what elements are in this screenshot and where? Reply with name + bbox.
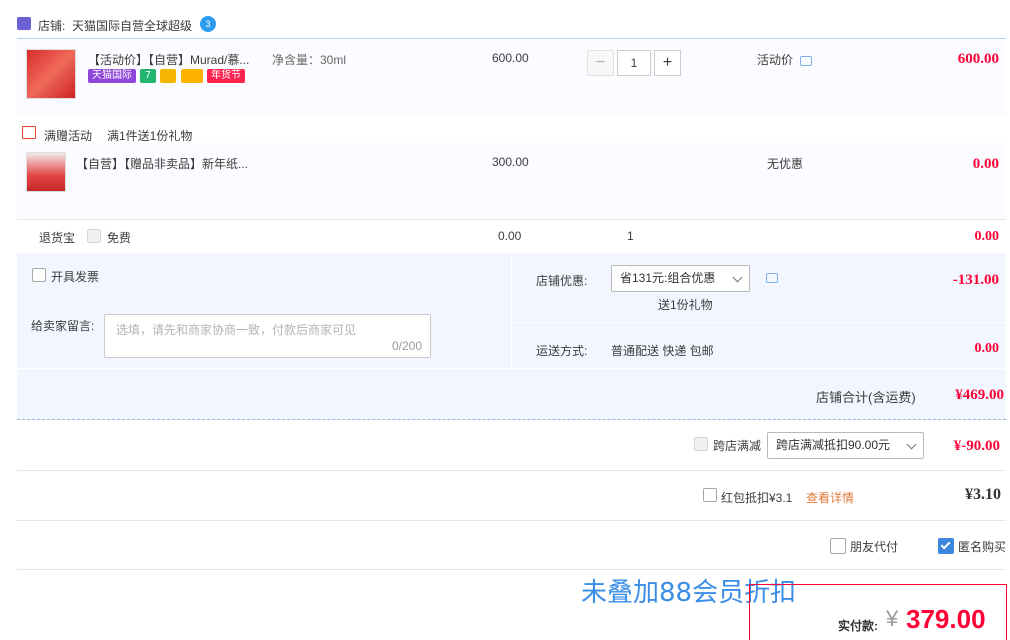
shipping-method: 普通配送 快递 包邮 bbox=[611, 344, 714, 358]
comment-icon[interactable] bbox=[766, 273, 778, 283]
item2-promo-label: 无优惠 bbox=[767, 157, 804, 171]
shipping-label: 运送方式: bbox=[536, 344, 588, 358]
cross-store-select[interactable]: 跨店满减抵扣90.00元 bbox=[767, 432, 924, 459]
panel-split-h2 bbox=[17, 368, 1006, 369]
anonymous-label[interactable]: 匿名购买 bbox=[958, 538, 1006, 555]
wangwang-chat-icon[interactable]: 3 bbox=[200, 16, 216, 32]
cross-store-label: 跨店满减 bbox=[713, 439, 762, 453]
shop-label: 店铺: bbox=[38, 19, 66, 33]
item2-subtotal: 0.00 bbox=[972, 156, 999, 172]
chevron-down-icon bbox=[732, 272, 743, 283]
card-icon bbox=[181, 69, 203, 83]
return-insurance-qty: 1 bbox=[627, 229, 634, 243]
divider bbox=[17, 520, 1006, 521]
item1-promo-label: 活动价 bbox=[757, 53, 794, 67]
red-packet-label: 红包抵扣¥3.1 bbox=[721, 491, 793, 505]
return-insurance-label: 退货宝 bbox=[39, 231, 76, 245]
return-insurance-free: 免费 bbox=[107, 231, 132, 245]
return-insurance-price: 0.00 bbox=[498, 229, 522, 243]
divider bbox=[17, 219, 1006, 220]
item1-spec: 净含量：30ml bbox=[272, 53, 347, 67]
cross-store-amount: ¥-90.00 bbox=[953, 438, 1000, 454]
return-insurance-checkbox bbox=[87, 229, 101, 243]
divider bbox=[17, 569, 1006, 570]
shop-discount-label: 店铺优惠: bbox=[536, 274, 588, 288]
divider bbox=[17, 470, 1006, 471]
tag-tmall-intl: 天猫国际 bbox=[88, 69, 136, 83]
item1-thumbnail[interactable] bbox=[26, 49, 76, 99]
red-packet-details-link[interactable]: 查看详情 bbox=[806, 489, 854, 506]
shop-total-amount: ¥469.00 bbox=[955, 387, 1004, 403]
quantity-minus-button[interactable]: − bbox=[587, 50, 614, 76]
quantity-plus-button[interactable]: + bbox=[654, 50, 681, 76]
comment-icon[interactable] bbox=[800, 56, 812, 66]
message-textarea[interactable]: 选填，请先和商家协商一致，付款后商家可见 0/200 bbox=[104, 314, 431, 358]
message-counter: 0/200 bbox=[391, 339, 422, 353]
shop-discount-selected: 省131元:组合优惠 bbox=[620, 271, 716, 285]
item2-price: 300.00 bbox=[492, 155, 529, 169]
invoice-label[interactable]: 开具发票 bbox=[51, 268, 99, 285]
cross-store-selected: 跨店满减抵扣90.00元 bbox=[776, 438, 891, 452]
return-insurance-subtotal: 0.00 bbox=[974, 229, 1000, 244]
shop-discount-amount: -131.00 bbox=[952, 272, 999, 288]
shop-discount-note: 送1份礼物 bbox=[658, 298, 713, 312]
payment-currency: ¥ bbox=[886, 606, 899, 631]
item1-subtotal: 600.00 bbox=[957, 51, 999, 67]
red-packet-checkbox[interactable] bbox=[703, 488, 717, 502]
chevron-down-icon bbox=[906, 439, 917, 450]
shop-discount-select[interactable]: 省131元:组合优惠 bbox=[611, 265, 750, 292]
shield-icon bbox=[160, 69, 176, 83]
item1-title[interactable]: 【活动价】【自营】Murad/慕... bbox=[88, 51, 249, 68]
item2-thumbnail[interactable] bbox=[26, 152, 66, 192]
panel-split-h bbox=[512, 322, 1006, 323]
shipping-amount: 0.00 bbox=[974, 341, 1000, 356]
payment-amount: 379.00 bbox=[906, 604, 986, 634]
friend-pay-label[interactable]: 朋友代付 bbox=[850, 538, 898, 555]
anonymous-checkbox[interactable] bbox=[938, 538, 954, 554]
gift-promo-desc: 满1件送1份礼物 bbox=[107, 129, 193, 143]
payment-label: 实付款: bbox=[838, 619, 878, 633]
cross-store-checkbox bbox=[694, 437, 708, 451]
item2-title[interactable]: 【自营】【赠品非卖品】新年纸... bbox=[76, 155, 248, 172]
red-packet-amount: ¥3.10 bbox=[965, 486, 1001, 503]
message-placeholder: 选填，请先和商家协商一致，付款后商家可见 bbox=[116, 323, 357, 337]
message-label: 给卖家留言: bbox=[31, 319, 95, 333]
shop-name[interactable]: 天猫国际自营全球超级 bbox=[72, 17, 192, 34]
gift-promo-label: 满赠活动 bbox=[44, 129, 93, 143]
tag-7day-return: 7 bbox=[140, 69, 156, 83]
gift-icon bbox=[22, 126, 36, 139]
shop-icon bbox=[17, 17, 31, 30]
quantity-input[interactable]: 1 bbox=[617, 50, 651, 76]
shop-total-label: 店铺合计(含运费) bbox=[816, 390, 916, 405]
tag-new-year-festival: 年货节 bbox=[207, 69, 245, 83]
friend-pay-checkbox[interactable] bbox=[830, 538, 846, 554]
invoice-checkbox[interactable] bbox=[32, 268, 46, 282]
item1-price: 600.00 bbox=[492, 51, 529, 65]
panel-split bbox=[511, 253, 512, 368]
